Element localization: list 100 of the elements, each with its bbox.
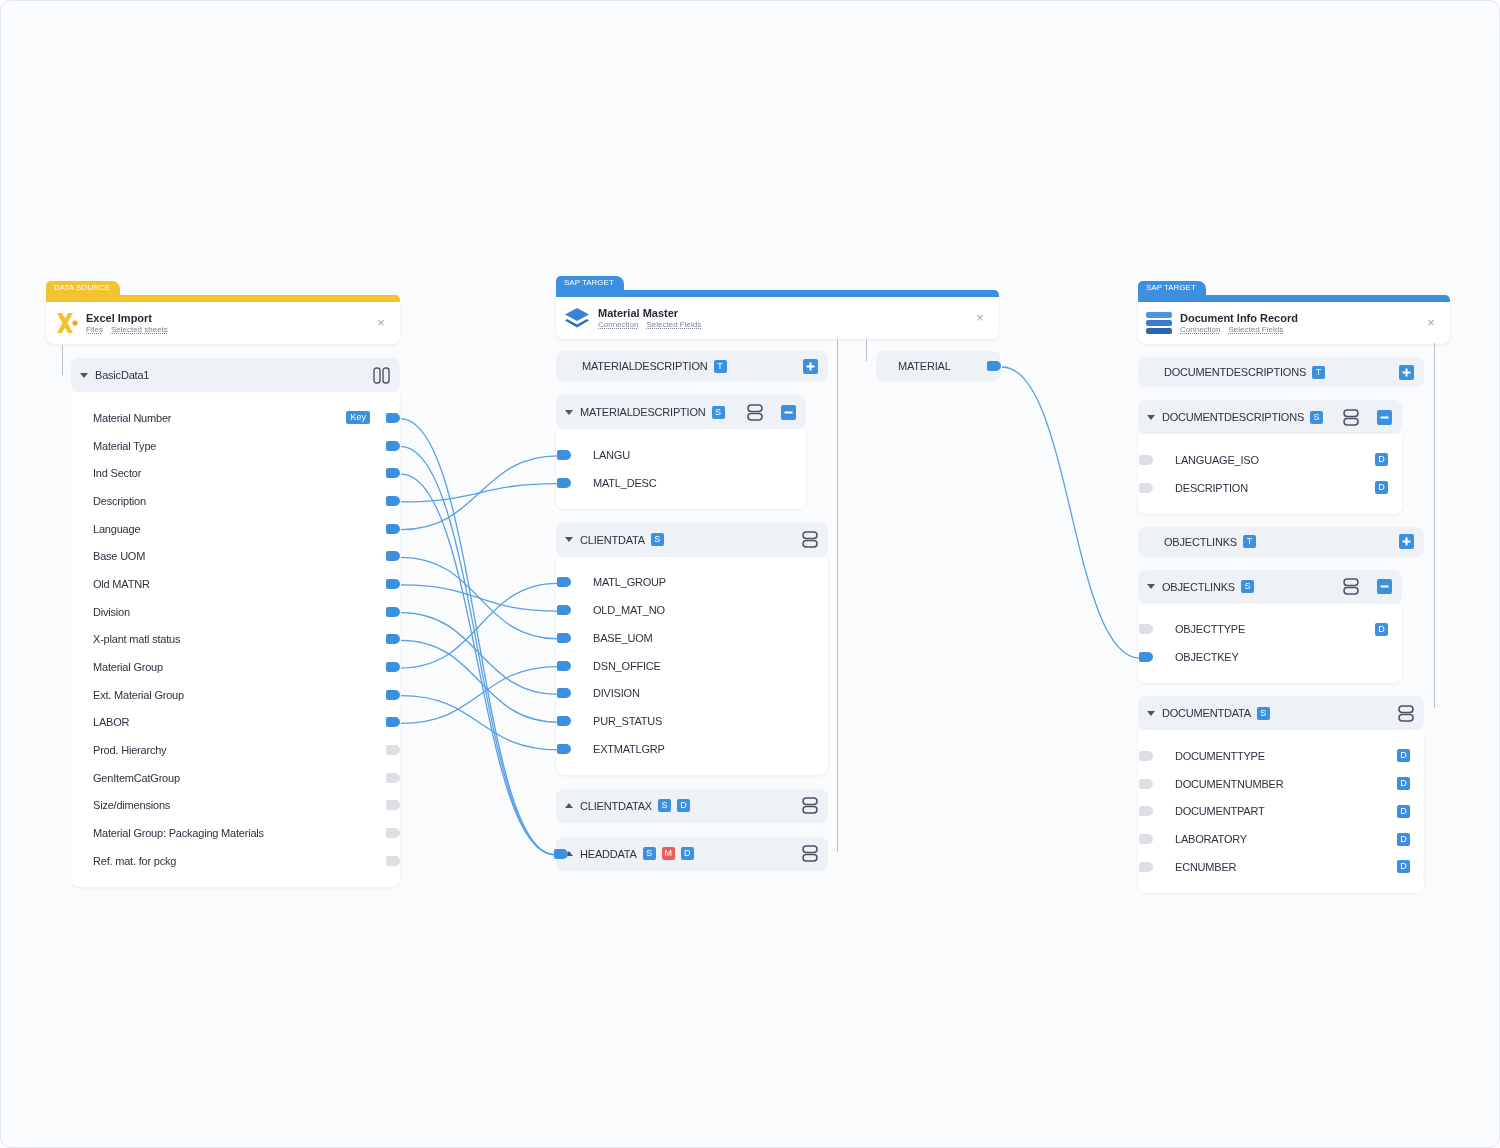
expand-toggle[interactable] — [564, 407, 574, 417]
segment-label: DOCUMENTDESCRIPTIONS — [1164, 366, 1307, 378]
port-handle[interactable] — [386, 551, 400, 562]
stack-icon — [802, 531, 818, 548]
expand-toggle[interactable] — [79, 370, 89, 380]
port-handle[interactable] — [557, 449, 571, 460]
segment-label: MATERIALDESCRIPTION — [580, 406, 706, 418]
field-label: Description — [93, 494, 146, 507]
type-badge: S — [1241, 580, 1254, 593]
port-handle[interactable] — [386, 800, 400, 811]
type-badge: S — [657, 799, 671, 813]
remove-button[interactable] — [781, 404, 796, 420]
port-handle[interactable] — [1139, 652, 1153, 663]
segment-label: DOCUMENTDESCRIPTIONS — [1162, 411, 1305, 423]
minus-icon — [784, 410, 793, 414]
node-link[interactable]: Files — [86, 325, 103, 334]
field-label: ECNUMBER — [1175, 860, 1237, 873]
close-button[interactable]: × — [973, 311, 987, 325]
port-handle[interactable] — [386, 855, 400, 866]
port-handle[interactable] — [557, 577, 571, 588]
field-label: MATERIAL — [898, 360, 951, 372]
field-label: Prod. Hierarchy — [93, 744, 167, 757]
node-link[interactable]: Selected Fields — [1228, 325, 1284, 334]
port-handle[interactable] — [386, 412, 400, 423]
field-label: Division — [93, 605, 130, 618]
segment-label: OBJECTLINKS — [1162, 580, 1235, 593]
type-badge: D — [680, 847, 694, 861]
field-label: Ref. mat. for pckg — [93, 854, 177, 867]
type-badge: S — [1256, 706, 1270, 720]
type-badge: D — [676, 799, 690, 813]
stack-icon — [1343, 578, 1359, 595]
port-handle[interactable] — [557, 743, 571, 754]
expand-toggle[interactable] — [1146, 412, 1156, 422]
port-handle[interactable] — [386, 717, 400, 728]
field-label: DOCUMENTTYPE — [1175, 749, 1265, 762]
tree-line — [866, 339, 867, 361]
node-link[interactable]: Selected Fields — [646, 320, 702, 329]
port-handle[interactable] — [557, 477, 571, 488]
port-handle[interactable] — [1139, 624, 1153, 635]
port-handle[interactable] — [386, 828, 400, 839]
node-link[interactable]: Connection — [598, 320, 639, 329]
port-handle[interactable] — [386, 523, 400, 534]
port-handle[interactable] — [386, 772, 400, 783]
add-button[interactable] — [1399, 364, 1414, 380]
port-handle[interactable] — [386, 495, 400, 506]
port-handle[interactable] — [1139, 750, 1153, 761]
port-handle[interactable] — [386, 468, 400, 479]
port-handle[interactable] — [386, 689, 400, 700]
field-label: Old MATNR — [93, 577, 150, 590]
field-label: DOCUMENTPART — [1175, 805, 1265, 818]
minus-icon — [1380, 585, 1389, 588]
close-button[interactable]: × — [374, 316, 388, 330]
expand-toggle[interactable] — [1146, 708, 1156, 718]
plus-icon — [806, 361, 815, 371]
port-handle[interactable] — [1139, 482, 1153, 493]
port-handle[interactable] — [386, 634, 400, 645]
x-logo-icon — [54, 311, 78, 335]
field-label: BASE_UOM — [593, 631, 653, 644]
remove-button[interactable] — [1377, 409, 1392, 425]
port-handle[interactable] — [554, 848, 568, 859]
node-link[interactable]: Selected sheets — [110, 325, 168, 334]
columns-icon[interactable] — [373, 366, 390, 384]
stack-icon — [802, 845, 818, 863]
port-handle[interactable] — [386, 745, 400, 756]
port-handle[interactable] — [386, 578, 400, 589]
field-label: OBJECTTYPE — [1175, 623, 1246, 636]
add-button[interactable] — [803, 358, 818, 374]
add-button[interactable] — [1399, 534, 1414, 549]
type-badge: M — [661, 847, 675, 861]
type-badge: S — [650, 533, 664, 546]
field-label: DIVISION — [593, 687, 640, 700]
node-title: Excel Import — [86, 312, 154, 324]
type-badge: S — [711, 405, 725, 419]
field-label: LANGUAGE_ISO — [1175, 453, 1259, 466]
key-badge: Key — [346, 411, 370, 425]
port-handle[interactable] — [386, 662, 400, 673]
caret-icon — [1147, 710, 1155, 716]
type-badge: T — [1312, 365, 1326, 379]
port-handle[interactable] — [386, 440, 400, 451]
port-handle[interactable] — [557, 660, 571, 671]
port-handle[interactable] — [1139, 834, 1153, 845]
field-label: LABOR — [93, 716, 130, 729]
record-icon — [1146, 311, 1172, 335]
port-handle[interactable] — [557, 688, 571, 699]
field-label: Material Group — [93, 661, 163, 674]
remove-button[interactable] — [1377, 579, 1392, 594]
port-handle[interactable] — [557, 716, 571, 727]
node-link[interactable]: Connection — [1180, 325, 1221, 334]
port-handle[interactable] — [386, 606, 400, 617]
port-handle[interactable] — [1139, 778, 1153, 789]
port-handle[interactable] — [987, 361, 1001, 371]
port-handle[interactable] — [1139, 806, 1153, 817]
field-label: Base UOM — [93, 550, 146, 563]
field-label: Material Type — [93, 439, 157, 452]
type-badge: T — [713, 359, 727, 373]
port-handle[interactable] — [557, 605, 571, 616]
port-handle[interactable] — [1139, 454, 1153, 465]
port-handle[interactable] — [557, 632, 571, 643]
port-handle[interactable] — [1139, 861, 1153, 872]
close-button[interactable]: × — [1424, 316, 1438, 330]
